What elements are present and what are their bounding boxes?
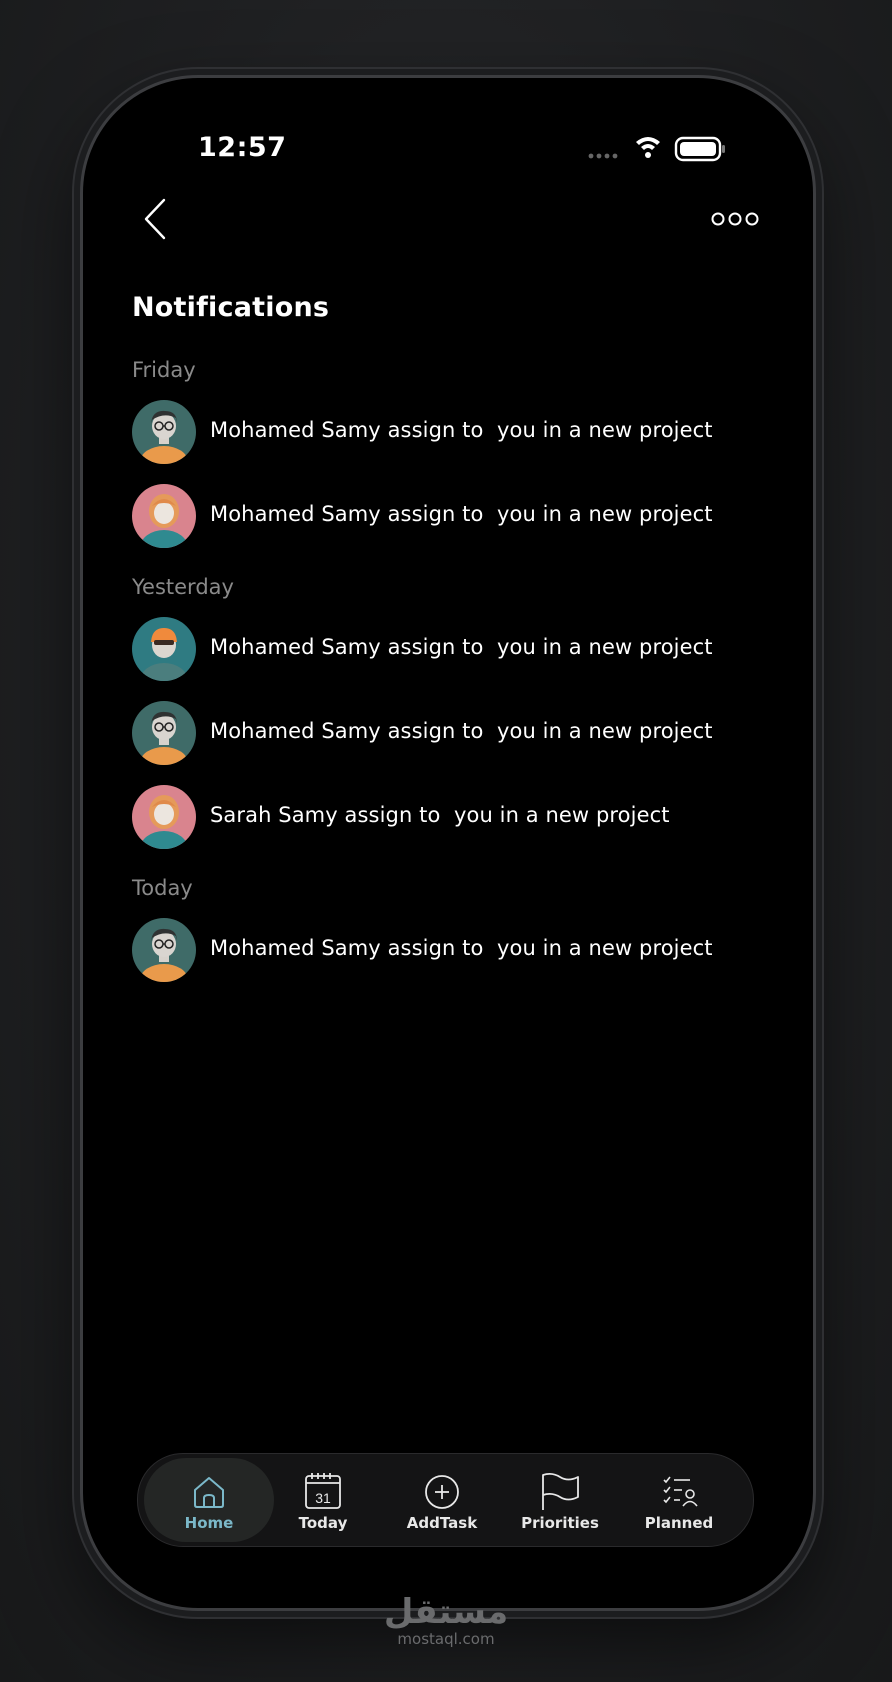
back-button[interactable] <box>140 194 180 244</box>
notification-item[interactable]: Mohamed Samy assign to you in a new proj… <box>132 484 752 548</box>
notification-item[interactable]: Mohamed Samy assign to you in a new proj… <box>132 617 752 681</box>
section-label-friday: Friday <box>132 358 196 382</box>
bottom-nav-bar: Home 31 Today AddTask Priorities Planned <box>137 1453 754 1547</box>
notification-text: Mohamed Samy assign to you in a new proj… <box>210 936 713 960</box>
page-title: Notifications <box>132 292 330 323</box>
calendar-day: 31 <box>315 1490 331 1506</box>
nav-label-priorities: Priorities <box>521 1514 599 1532</box>
more-options-button[interactable] <box>710 208 760 230</box>
nav-item-planned[interactable]: Planned <box>614 1458 744 1542</box>
calendar-icon: 31 <box>305 1473 341 1509</box>
chevron-left-icon <box>144 198 166 240</box>
nav-item-home[interactable]: Home <box>144 1458 274 1542</box>
nav-label-planned: Planned <box>644 1514 714 1532</box>
avatar[interactable] <box>132 701 196 765</box>
notification-item[interactable]: Mohamed Samy assign to you in a new proj… <box>132 918 752 982</box>
notification-item[interactable]: Mohamed Samy assign to you in a new proj… <box>132 400 752 464</box>
nav-label-addtask: AddTask <box>406 1514 478 1532</box>
notification-text: Mohamed Samy assign to you in a new proj… <box>210 719 713 743</box>
wifi-icon <box>636 137 660 158</box>
watermark-latin: mostaql.com <box>397 1630 495 1648</box>
checklist-user-icon <box>663 1476 698 1507</box>
battery-icon <box>674 136 725 162</box>
avatar[interactable] <box>132 918 196 982</box>
nav-item-addtask[interactable]: AddTask <box>377 1458 507 1542</box>
home-icon <box>194 1477 224 1508</box>
avatar[interactable] <box>132 785 196 849</box>
phone-silent-switch <box>74 352 79 400</box>
notification-item[interactable]: Sarah Samy assign to you in a new projec… <box>132 785 752 849</box>
notification-item[interactable]: Mohamed Samy assign to you in a new proj… <box>132 701 752 765</box>
phone-volume-down <box>74 622 79 718</box>
phone-volume-up <box>74 490 79 586</box>
add-circle-icon <box>425 1475 459 1509</box>
avatar[interactable] <box>132 484 196 548</box>
section-label-yesterday: Yesterday <box>132 575 234 599</box>
status-time: 12:57 <box>198 132 287 163</box>
nav-label-home: Home <box>184 1514 234 1532</box>
notification-text: Mohamed Samy assign to you in a new proj… <box>210 418 713 442</box>
notification-text: Mohamed Samy assign to you in a new proj… <box>210 635 713 659</box>
nav-item-priorities[interactable]: Priorities <box>495 1458 625 1542</box>
status-icons <box>588 134 728 164</box>
watermark-arabic: مستقل <box>383 1592 509 1632</box>
signal-icon <box>588 153 618 159</box>
avatar[interactable] <box>132 617 196 681</box>
flag-icon <box>542 1472 579 1510</box>
avatar[interactable] <box>132 400 196 464</box>
more-horizontal-icon <box>711 212 759 226</box>
nav-label-today: Today <box>298 1514 348 1532</box>
nav-item-today[interactable]: 31 Today <box>258 1458 388 1542</box>
notification-text: Sarah Samy assign to you in a new projec… <box>210 803 670 827</box>
notification-text: Mohamed Samy assign to you in a new proj… <box>210 502 713 526</box>
section-label-today: Today <box>132 876 193 900</box>
